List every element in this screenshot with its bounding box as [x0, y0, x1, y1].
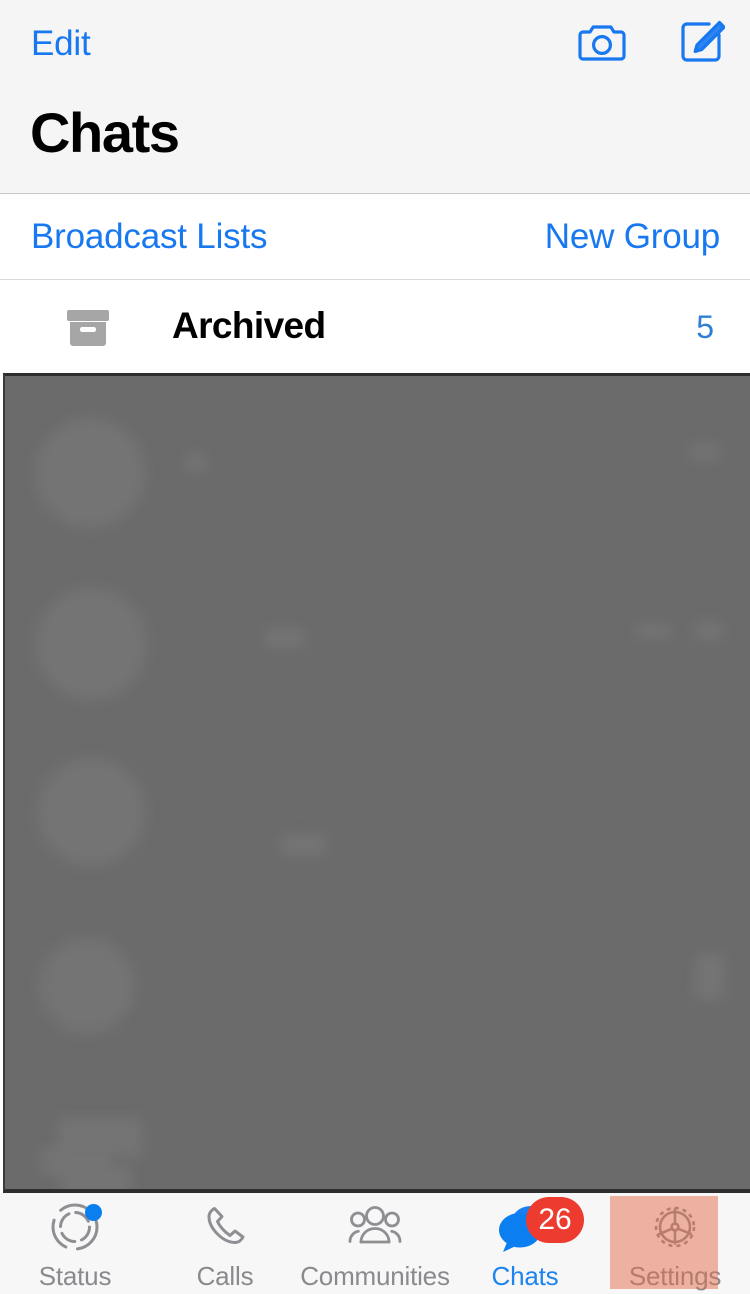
chat-avatar-ghost [37, 758, 145, 866]
tab-chats[interactable]: 26 Chats [450, 1193, 600, 1294]
gear-icon [649, 1201, 701, 1258]
communities-icon [346, 1205, 404, 1254]
chat-text-ghost [265, 628, 305, 648]
archived-count: 5 [696, 309, 714, 345]
nav-header: Edit Chats [0, 0, 750, 194]
calls-icon-wrap [194, 1203, 256, 1255]
page-title: Chats [30, 101, 180, 164]
chat-text-ghost [61, 1164, 131, 1189]
broadcast-lists-button[interactable]: Broadcast Lists [31, 215, 267, 259]
tab-settings[interactable]: Settings [600, 1193, 750, 1294]
compose-icon [679, 19, 726, 70]
tab-calls[interactable]: Calls [150, 1193, 300, 1294]
action-row: Broadcast Lists New Group [0, 194, 750, 280]
camera-button[interactable] [576, 18, 628, 70]
chat-time-ghost [695, 622, 723, 640]
camera-icon [578, 21, 626, 68]
chat-time-ghost [635, 624, 671, 638]
tab-status[interactable]: Status [0, 1193, 150, 1294]
compose-button[interactable] [676, 18, 728, 70]
tab-status-label: Status [38, 1261, 112, 1291]
chat-text-ghost [63, 966, 123, 1012]
chat-text-ghost [280, 834, 326, 856]
archived-label: Archived [172, 305, 326, 346]
chat-time-ghost [690, 444, 720, 460]
status-icon-wrap [44, 1203, 106, 1255]
chats-icon-wrap: 26 [494, 1197, 584, 1255]
whatsapp-chats-screen: Edit Chats Broadcast Lists New Group Arc… [0, 0, 750, 1294]
chats-unread-badge: 26 [526, 1197, 584, 1243]
chat-avatar-ghost [35, 588, 147, 700]
status-unread-dot [85, 1204, 102, 1221]
new-group-button[interactable]: New Group [545, 215, 720, 259]
tab-calls-label: Calls [196, 1261, 254, 1291]
phone-icon [201, 1203, 249, 1256]
tab-chats-label: Chats [491, 1261, 559, 1291]
chat-time-ghost [695, 954, 725, 1000]
tab-bar: Status Calls Communities 26 Chats Settin… [0, 1193, 750, 1294]
archive-box-icon [64, 308, 112, 348]
nav-icon-group [576, 18, 728, 70]
chat-avatar-ghost [35, 418, 145, 528]
settings-icon-wrap [644, 1203, 706, 1255]
tab-communities-label: Communities [300, 1261, 450, 1291]
nav-top-row: Edit [0, 0, 750, 88]
tab-communities[interactable]: Communities [300, 1193, 450, 1294]
archived-row[interactable]: Archived 5 [0, 280, 750, 373]
chat-list-redacted-overlay[interactable] [3, 373, 750, 1193]
tab-settings-label: Settings [628, 1261, 722, 1291]
chat-text-ghost [185, 454, 207, 472]
edit-button[interactable]: Edit [31, 22, 91, 66]
communities-icon-wrap [344, 1203, 406, 1255]
